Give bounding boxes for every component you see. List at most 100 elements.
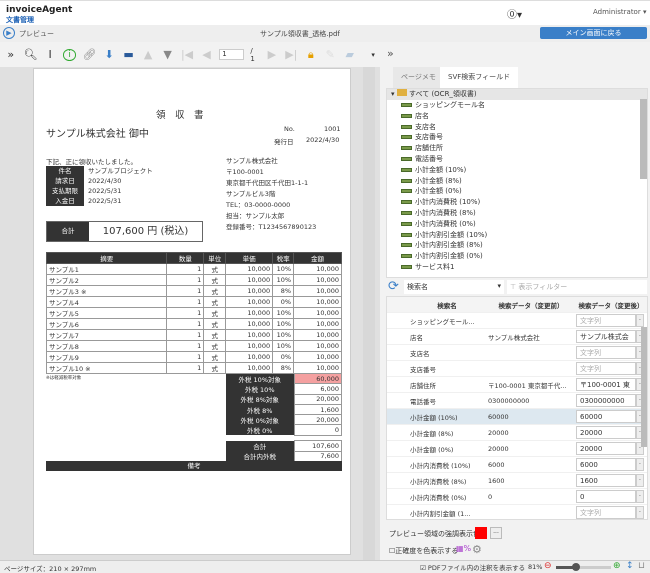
tree-item[interactable]: 支店名 — [387, 122, 647, 133]
issuer-line: 〒100-0001 — [226, 168, 264, 176]
value-after-input[interactable]: 20000 — [576, 442, 636, 455]
tree-root[interactable]: ▾ すべて (OCR_領収書) — [387, 89, 647, 100]
print-icon[interactable]: ▬ — [122, 48, 135, 61]
grid-row[interactable]: 電話番号 0300000000 0300000000. — [387, 393, 647, 409]
document-scrollbar[interactable] — [363, 67, 375, 560]
zoom-in-icon[interactable]: ⊕ — [613, 561, 621, 571]
more-dropdown-icon[interactable]: ▾ — [366, 51, 379, 59]
first-page-icon[interactable]: |◀ — [180, 48, 193, 61]
accuracy-color-icon[interactable]: ▦% — [456, 544, 471, 553]
edit-icon[interactable]: ✎ — [324, 48, 337, 61]
lock-icon[interactable]: 🔒︎ — [304, 48, 317, 62]
field-icon — [401, 156, 412, 161]
row-more-button[interactable]: . — [636, 458, 644, 471]
row-more-button[interactable]: . — [636, 490, 644, 503]
row-more-button[interactable]: . — [636, 506, 644, 519]
tree-item[interactable]: 小計内割引金額 (8%) — [387, 240, 647, 251]
annotations-checkbox[interactable]: ☑ PDFファイル内の注釈を表示する — [420, 562, 525, 572]
tree-item[interactable]: 小計金額 (0%) — [387, 186, 647, 197]
info-icon[interactable]: i — [62, 48, 77, 61]
fit-height-icon[interactable]: ↕ — [626, 561, 634, 571]
grid-row[interactable]: ショッピングモール... 文字列. — [387, 313, 647, 329]
item-cell: 1 — [166, 274, 205, 286]
value-after-input[interactable]: 20000 — [576, 426, 636, 439]
item-cell: 10,000 — [293, 351, 342, 363]
meta-table: 件名 サンプルプロジェクト 請求日 2022/4/30 支払期限 2022/5/31 入金日… — [46, 166, 153, 206]
item-cell: 式 — [203, 274, 227, 286]
tree-item[interactable]: 小計金額 (8%) — [387, 176, 647, 187]
tree-item[interactable]: 電話番号 — [387, 154, 647, 165]
accuracy-checkbox[interactable]: ☐正確度を色表示する — [389, 546, 458, 556]
value-after-input[interactable]: 文字列 — [576, 362, 636, 375]
row-more-button[interactable]: . — [636, 314, 644, 327]
fit-width-icon[interactable]: ⊔ — [638, 561, 645, 571]
tree-item[interactable]: サービス料1 — [387, 262, 647, 273]
up-icon[interactable]: ▲ — [141, 48, 154, 61]
value-after-input[interactable]: 文字列 — [576, 506, 636, 519]
text-select-icon[interactable]: I — [43, 48, 56, 61]
value-after-input[interactable]: 0300000000 — [576, 394, 636, 407]
prev-page-icon[interactable]: ◀ — [200, 48, 213, 61]
grid-row[interactable]: 小計内消費税 (10%) 6000 6000. — [387, 457, 647, 473]
zoom-out-icon[interactable]: ⊖ — [544, 561, 552, 571]
value-after-input[interactable]: サンプル株式会 — [576, 330, 636, 343]
link-icon[interactable]: 🔗︎ — [82, 48, 96, 61]
grid-row[interactable]: 店名 サンプル株式会社 サンプル株式会. — [387, 329, 647, 345]
tree-item[interactable]: ショッピングモール名 — [387, 100, 647, 111]
back-to-main-button[interactable]: メイン画面に戻る — [540, 27, 647, 39]
zoom-slider[interactable] — [556, 563, 611, 571]
tree-item[interactable]: 小計金額 (10%) — [387, 165, 647, 176]
grid-row[interactable]: 小計内消費税 (8%) 1600 1600. — [387, 473, 647, 489]
value-after-input[interactable]: 文字列 — [576, 314, 636, 327]
grid-row[interactable]: 小計内割引金額 (1... 文字列. — [387, 505, 647, 519]
user-menu[interactable]: Administrator ▾ — [593, 8, 646, 16]
value-after-input[interactable]: 6000 — [576, 458, 636, 471]
item-row: サンプル10 ※ 1 式 10,000 8% 10,000 — [45, 362, 342, 374]
download-icon[interactable]: ⬇ — [102, 48, 115, 61]
search-icon[interactable]: 🔍︎ — [23, 48, 37, 61]
tree-item[interactable]: 小計内消費税 (8%) — [387, 208, 647, 219]
grid-row[interactable]: 小計金額 (10%) 60000 60000. — [387, 409, 647, 425]
filter-input[interactable]: ⊤ 表示フィルター — [507, 280, 647, 294]
gear-icon[interactable]: ⚙ — [472, 543, 482, 556]
help-icon[interactable]: ⓪▾ — [507, 6, 522, 21]
tree-item[interactable]: 店舗住所 — [387, 143, 647, 154]
tree-item[interactable]: 店名 — [387, 111, 647, 122]
next-page-icon[interactable]: ▶ — [265, 48, 278, 61]
value-after-input[interactable]: 0 — [576, 490, 636, 503]
tree-item[interactable]: 支店番号 — [387, 132, 647, 143]
tree-item[interactable]: 小計内割引金額 (10%) — [387, 230, 647, 241]
tax-value: 1,600 — [293, 403, 342, 416]
tab-page-memo[interactable]: ページメモ — [393, 67, 444, 88]
comment-icon[interactable]: ▰ — [343, 48, 356, 61]
value-after-input[interactable]: 1600 — [576, 474, 636, 487]
value-after-input[interactable]: 文字列 — [576, 346, 636, 359]
expand-icon[interactable]: » — [4, 48, 17, 61]
item-row: サンプル7 1 式 10,000 10% 10,000 — [45, 329, 342, 341]
last-page-icon[interactable]: ▶| — [285, 48, 298, 61]
tab-svf-search-fields[interactable]: SVF検索フィールド — [440, 67, 519, 88]
grid-row[interactable]: 店舗住所 〒100-0001 東京都千代... 〒100-0001 東. — [387, 377, 647, 393]
highlight-color-swatch[interactable] — [475, 527, 487, 539]
collapse-panel-icon[interactable]: » — [387, 47, 394, 60]
search-name-select[interactable]: 検索名 ▾ — [404, 280, 504, 294]
tree-scrollbar[interactable] — [640, 99, 647, 179]
row-more-button[interactable]: . — [636, 474, 644, 487]
grid-row[interactable]: 小計金額 (0%) 20000 20000. — [387, 441, 647, 457]
value-after-input[interactable]: 〒100-0001 東 — [576, 378, 636, 391]
grid-row[interactable]: 小計内消費税 (0%) 0 0. — [387, 489, 647, 505]
grid-row[interactable]: 支店番号 文字列. — [387, 361, 647, 377]
zoom-slider-handle[interactable] — [572, 563, 580, 571]
tree-item[interactable]: 小計内消費税 (10%) — [387, 197, 647, 208]
grid-row[interactable]: 支店名 文字列. — [387, 345, 647, 361]
color-picker-button[interactable]: ... — [490, 527, 502, 539]
col-name: 検索名 — [437, 301, 457, 310]
down-icon[interactable]: ▼ — [161, 48, 174, 61]
refresh-icon[interactable]: ⟳ — [388, 280, 402, 294]
value-after-input[interactable]: 60000 — [576, 410, 636, 423]
tree-item[interactable]: 小計内割引金額 (0%) — [387, 251, 647, 262]
tree-item[interactable]: 小計内消費税 (0%) — [387, 219, 647, 230]
grid-scrollbar[interactable] — [641, 327, 647, 447]
page-input[interactable]: 1 — [219, 49, 245, 60]
grid-row[interactable]: 小計金額 (8%) 20000 20000. — [387, 425, 647, 441]
